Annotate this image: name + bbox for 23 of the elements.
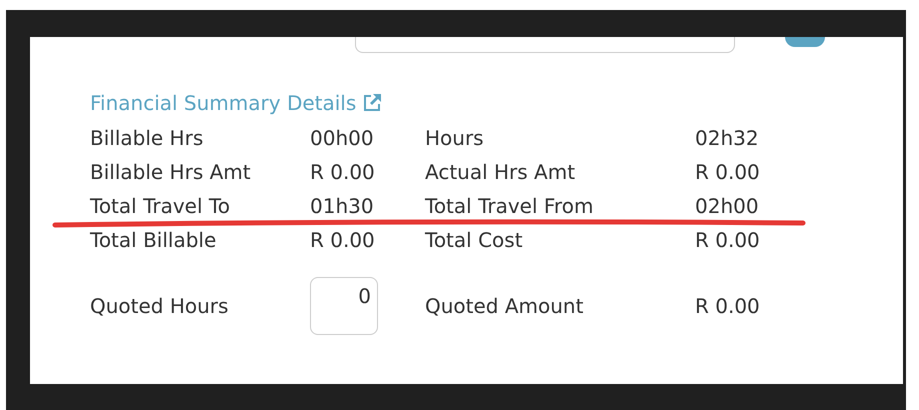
field-value: R 0.00 [695, 159, 761, 185]
field-value: 00h00 [310, 125, 375, 151]
external-link-icon [362, 93, 382, 113]
field-label: Total Travel To [90, 193, 231, 219]
field-label: Billable Hrs [90, 125, 204, 151]
field-label: Hours [425, 125, 485, 151]
text-field[interactable] [355, 37, 735, 53]
field-label: Quoted Amount [425, 293, 584, 319]
field-value: R 0.00 [695, 293, 761, 319]
button[interactable] [785, 37, 825, 47]
field-value: R 0.00 [310, 159, 376, 185]
field-label: Total Cost [425, 227, 524, 253]
field-value: 02h00 [695, 193, 760, 219]
field-label: Actual Hrs Amt [425, 159, 576, 185]
field-value: 02h32 [695, 125, 760, 151]
field-label: Total Travel From [425, 193, 594, 219]
field-value: R 0.00 [695, 227, 761, 253]
field-value: 01h30 [310, 193, 375, 219]
field-label: Quoted Hours [90, 293, 230, 319]
field-label: Total Billable [90, 227, 218, 253]
field-value: R 0.00 [310, 227, 376, 253]
quoted-hours-input[interactable]: 0 [310, 277, 378, 335]
field-label: Billable Hrs Amt [90, 159, 252, 185]
